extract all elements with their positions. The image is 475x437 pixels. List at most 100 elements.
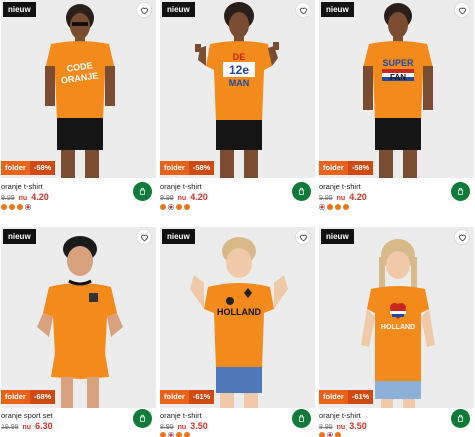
promo-label: folder (160, 390, 189, 404)
product-image[interactable]: nieuw folder -68% (1, 227, 156, 408)
svg-text:SUPER: SUPER (382, 58, 414, 68)
discount-percent: -58% (347, 161, 374, 175)
promo-tag: folder -58% (1, 161, 56, 175)
favorite-button[interactable] (295, 2, 311, 18)
discount-percent: -58% (29, 161, 56, 175)
product-image[interactable]: SUPER FAN nieuw folder -58% (319, 0, 474, 178)
swatch-orange[interactable] (1, 204, 7, 210)
svg-text:12e: 12e (229, 63, 249, 77)
product-card[interactable]: nieuw folder -68% oranje sport set 19.99… (1, 227, 156, 437)
promo-label: folder (1, 161, 30, 175)
product-image[interactable]: HOLLAND nieuw folder -61% (319, 227, 474, 408)
nu-label: nu (177, 195, 187, 202)
old-price: 9.99 (160, 195, 174, 202)
svg-text:HOLLAND: HOLLAND (381, 324, 415, 331)
add-to-cart-button[interactable] (292, 409, 311, 428)
product-title[interactable]: oranje t-shirt (160, 182, 202, 191)
heart-icon (140, 234, 148, 241)
shopping-bag-icon (139, 414, 146, 422)
swatch-orange[interactable] (160, 432, 166, 437)
promo-label: folder (160, 161, 189, 175)
heart-icon (458, 7, 466, 14)
price-row: 19.99 nu 6.30 (1, 421, 53, 431)
promo-tag: folder -68% (1, 390, 56, 404)
swatch-orange[interactable] (319, 432, 325, 437)
favorite-button[interactable] (136, 2, 152, 18)
add-to-cart-button[interactable] (133, 182, 152, 201)
color-swatches (160, 204, 190, 210)
swatch-flag[interactable] (25, 204, 31, 210)
product-card[interactable]: DE 12e MAN nieuw folder -58% oranje t-sh… (160, 0, 315, 218)
product-image[interactable]: DE 12e MAN nieuw folder -58% (160, 0, 315, 178)
product-title[interactable]: oranje t-shirt (1, 182, 43, 191)
swatch-orange[interactable] (176, 432, 182, 437)
svg-text:HOLLAND: HOLLAND (217, 307, 261, 317)
swatch-orange[interactable] (9, 204, 15, 210)
price-row: 8.99 nu 3.50 (319, 421, 367, 431)
product-title[interactable]: oranje t-shirt (319, 182, 361, 191)
promo-tag: folder -58% (160, 161, 215, 175)
favorite-button[interactable] (454, 229, 470, 245)
current-price: 3.50 (349, 421, 367, 431)
product-card[interactable]: SUPER FAN nieuw folder -58% oranje t-shi… (319, 0, 474, 218)
new-badge: nieuw (321, 229, 354, 244)
heart-icon (458, 234, 466, 241)
new-badge: nieuw (3, 229, 36, 244)
nu-label: nu (22, 424, 32, 431)
swatch-flag[interactable] (327, 432, 333, 437)
new-badge: nieuw (3, 2, 36, 17)
old-price: 9.99 (319, 195, 333, 202)
swatch-orange[interactable] (335, 204, 341, 210)
favorite-button[interactable] (454, 2, 470, 18)
add-to-cart-button[interactable] (292, 182, 311, 201)
svg-text:DE: DE (233, 52, 246, 62)
swatch-orange[interactable] (184, 432, 190, 437)
swatch-flag[interactable] (168, 204, 174, 210)
add-to-cart-button[interactable] (451, 409, 470, 428)
discount-percent: -61% (347, 390, 374, 404)
current-price: 4.20 (31, 192, 49, 202)
promo-label: folder (1, 390, 30, 404)
discount-percent: -68% (29, 390, 56, 404)
favorite-button[interactable] (295, 229, 311, 245)
swatch-orange[interactable] (176, 204, 182, 210)
price-row: 9.99 nu 4.20 (160, 192, 208, 202)
swatch-flag[interactable] (319, 204, 325, 210)
model-photo (1, 227, 156, 408)
add-to-cart-button[interactable] (133, 409, 152, 428)
current-price: 6.30 (35, 421, 53, 431)
shopping-bag-icon (139, 187, 146, 195)
product-image[interactable]: CODE ORANJE nieuw folder -58% (1, 0, 156, 178)
swatch-orange[interactable] (160, 204, 166, 210)
promo-label: folder (319, 161, 348, 175)
model-photo: SUPER FAN (319, 0, 474, 178)
old-price: 19.99 (1, 424, 19, 431)
product-image[interactable]: HOLLAND nieuw folder -61% (160, 227, 315, 408)
swatch-orange[interactable] (184, 204, 190, 210)
swatch-orange[interactable] (343, 204, 349, 210)
add-to-cart-button[interactable] (451, 182, 470, 201)
current-price: 3.50 (190, 421, 208, 431)
old-price: 8.99 (319, 424, 333, 431)
model-photo: HOLLAND (160, 227, 315, 408)
product-card[interactable]: HOLLAND nieuw folder -61% oranje t-shirt… (160, 227, 315, 437)
shopping-bag-icon (298, 187, 305, 195)
price-row: 9.99 nu 4.20 (319, 192, 367, 202)
product-title[interactable]: oranje t-shirt (160, 411, 202, 420)
swatch-orange[interactable] (327, 204, 333, 210)
color-swatches (1, 204, 31, 210)
product-title[interactable]: oranje t-shirt (319, 411, 361, 420)
promo-label: folder (319, 390, 348, 404)
product-card[interactable]: CODE ORANJE nieuw folder -58% oranje t-s… (1, 0, 156, 218)
model-photo: DE 12e MAN (160, 0, 315, 178)
color-swatches (160, 432, 190, 437)
product-card[interactable]: HOLLAND nieuw folder -61% oranje t-shirt… (319, 227, 474, 437)
swatch-orange[interactable] (335, 432, 341, 437)
swatch-flag[interactable] (168, 432, 174, 437)
price-row: 9.99 nu 4.20 (1, 192, 49, 202)
shopping-bag-icon (457, 187, 464, 195)
product-title[interactable]: oranje sport set (1, 411, 53, 420)
swatch-orange[interactable] (17, 204, 23, 210)
svg-text:MAN: MAN (229, 78, 250, 88)
favorite-button[interactable] (136, 229, 152, 245)
